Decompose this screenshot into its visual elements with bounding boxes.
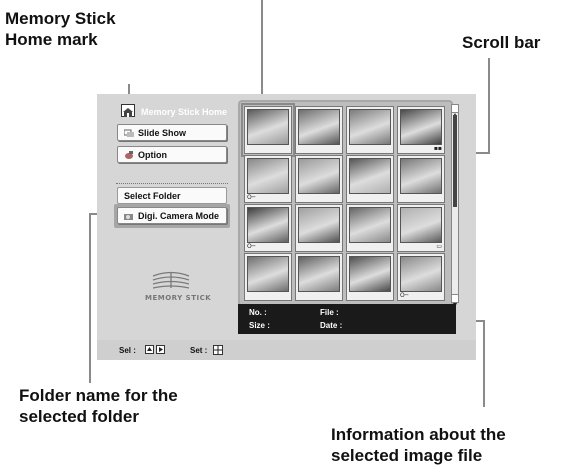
info-file-label: File : xyxy=(320,308,339,317)
thumbnail-leaping-dog[interactable] xyxy=(346,204,394,252)
slide-show-label: Slide Show xyxy=(138,127,187,138)
thumbnail-image xyxy=(400,158,442,194)
thumbnail-dog-portrait[interactable]: O─ xyxy=(397,253,445,301)
status-bar: Sel : Set : xyxy=(97,340,476,360)
thumbnail-image xyxy=(247,256,289,292)
thumbnail-dog-face[interactable] xyxy=(346,253,394,301)
thumbnail-image xyxy=(400,256,442,292)
thumbnail-puppy-portrait[interactable] xyxy=(241,103,295,157)
scroll-thumb[interactable] xyxy=(453,115,457,207)
thumbnail-cat-and-dog[interactable]: ▪▪ xyxy=(397,106,445,154)
folder-name-label: Digi. Camera Mode xyxy=(138,210,220,221)
thumbnail-image xyxy=(349,158,391,194)
thumbnail-image xyxy=(247,158,289,194)
thumbnail-image xyxy=(400,109,442,145)
slideshow-icon xyxy=(124,129,134,137)
thumbnail-dogs-playing[interactable] xyxy=(295,253,343,301)
callout-home-mark-line1: Memory Stick xyxy=(5,9,116,28)
callout-home-mark-line2: Home mark xyxy=(5,30,98,49)
protect-key-icon: O─ xyxy=(400,292,409,299)
thumbnail-image xyxy=(298,207,340,243)
memory-stick-home-icon[interactable] xyxy=(121,104,135,117)
memory-stick-logo-text: MEMORY STICK xyxy=(145,294,212,302)
thumbnail-image xyxy=(247,207,289,243)
thumbnail-dog-at-bowl[interactable] xyxy=(346,155,394,203)
callout-folder-name-line1: Folder name for the xyxy=(19,386,178,405)
option-icon xyxy=(125,150,133,159)
select-folder-button[interactable]: Select Folder xyxy=(117,187,227,204)
thumbnail-flowers[interactable] xyxy=(346,106,394,154)
thumbnail-image xyxy=(349,207,391,243)
home-title: Memory Stick Home xyxy=(141,107,228,117)
callout-scroll-bar: Scroll bar xyxy=(462,33,541,52)
sel-label: Sel : xyxy=(119,346,136,355)
thumbnail-image xyxy=(400,207,442,243)
memory-stick-logo-icon xyxy=(152,271,190,289)
set-label: Set : xyxy=(190,346,208,355)
thumbnail-white-dog[interactable]: ▭ xyxy=(397,204,445,252)
option-label: Option xyxy=(138,149,167,160)
protect-key-icon: O─ xyxy=(247,194,256,201)
callout-folder-name-line2: selected folder xyxy=(19,407,139,426)
memory-stick-logo xyxy=(150,270,192,295)
callout-image-info-line1: Information about the xyxy=(331,425,506,444)
option-button[interactable]: Option xyxy=(117,146,227,163)
info-date-label: Date : xyxy=(320,321,343,330)
home-icon xyxy=(123,108,133,117)
info-size-label: Size : xyxy=(249,321,270,330)
callout-folder-name: Folder name for the selected folder xyxy=(19,385,178,427)
thumbnail-clouds[interactable] xyxy=(295,204,343,252)
folder-name-button[interactable]: Digi. Camera Mode xyxy=(117,207,227,224)
sel-keys xyxy=(145,345,166,355)
up-key-icon xyxy=(145,345,154,355)
thumbnail-image xyxy=(298,256,340,292)
right-key-icon xyxy=(156,345,166,355)
callout-image-info-line2: selected image file xyxy=(331,446,483,465)
thumbnail-sky-landscape[interactable] xyxy=(295,155,343,203)
thumbnail-sleeping-dog[interactable] xyxy=(244,253,292,301)
thumbnail-sitting-dog[interactable] xyxy=(397,155,445,203)
select-folder-label: Select Folder xyxy=(124,190,181,201)
info-no-label: No. : xyxy=(249,308,267,317)
thumbnail-image xyxy=(247,109,289,145)
thumbnail-image xyxy=(349,109,391,145)
thumbnail-sunset-coast[interactable]: O─ xyxy=(244,204,292,252)
scroll-down-button[interactable] xyxy=(452,294,458,307)
scroll-up-button[interactable] xyxy=(452,105,458,117)
set-key-icon xyxy=(213,345,223,355)
scroll-bar[interactable] xyxy=(451,104,459,307)
callout-home-mark: Memory Stick Home mark xyxy=(5,8,116,50)
protect-key-icon: O─ xyxy=(247,243,256,250)
camera-icon xyxy=(124,213,133,220)
thumbnail-image xyxy=(298,158,340,194)
thumbnail-image xyxy=(349,256,391,292)
print-mark-icon: ▭ xyxy=(436,243,442,250)
callout-image-info: Information about the selected image fil… xyxy=(331,424,506,466)
file-type-icon: ▪▪ xyxy=(433,145,442,152)
image-info-bar: No. : File : Size : Date : xyxy=(238,304,456,334)
thumbnail-dog-on-bed[interactable]: O─ xyxy=(244,155,292,203)
thumbnail-dog-closeup[interactable] xyxy=(295,106,343,154)
slide-show-button[interactable]: Slide Show xyxy=(117,124,227,141)
separator xyxy=(116,183,228,184)
thumbnail-image xyxy=(298,109,340,145)
